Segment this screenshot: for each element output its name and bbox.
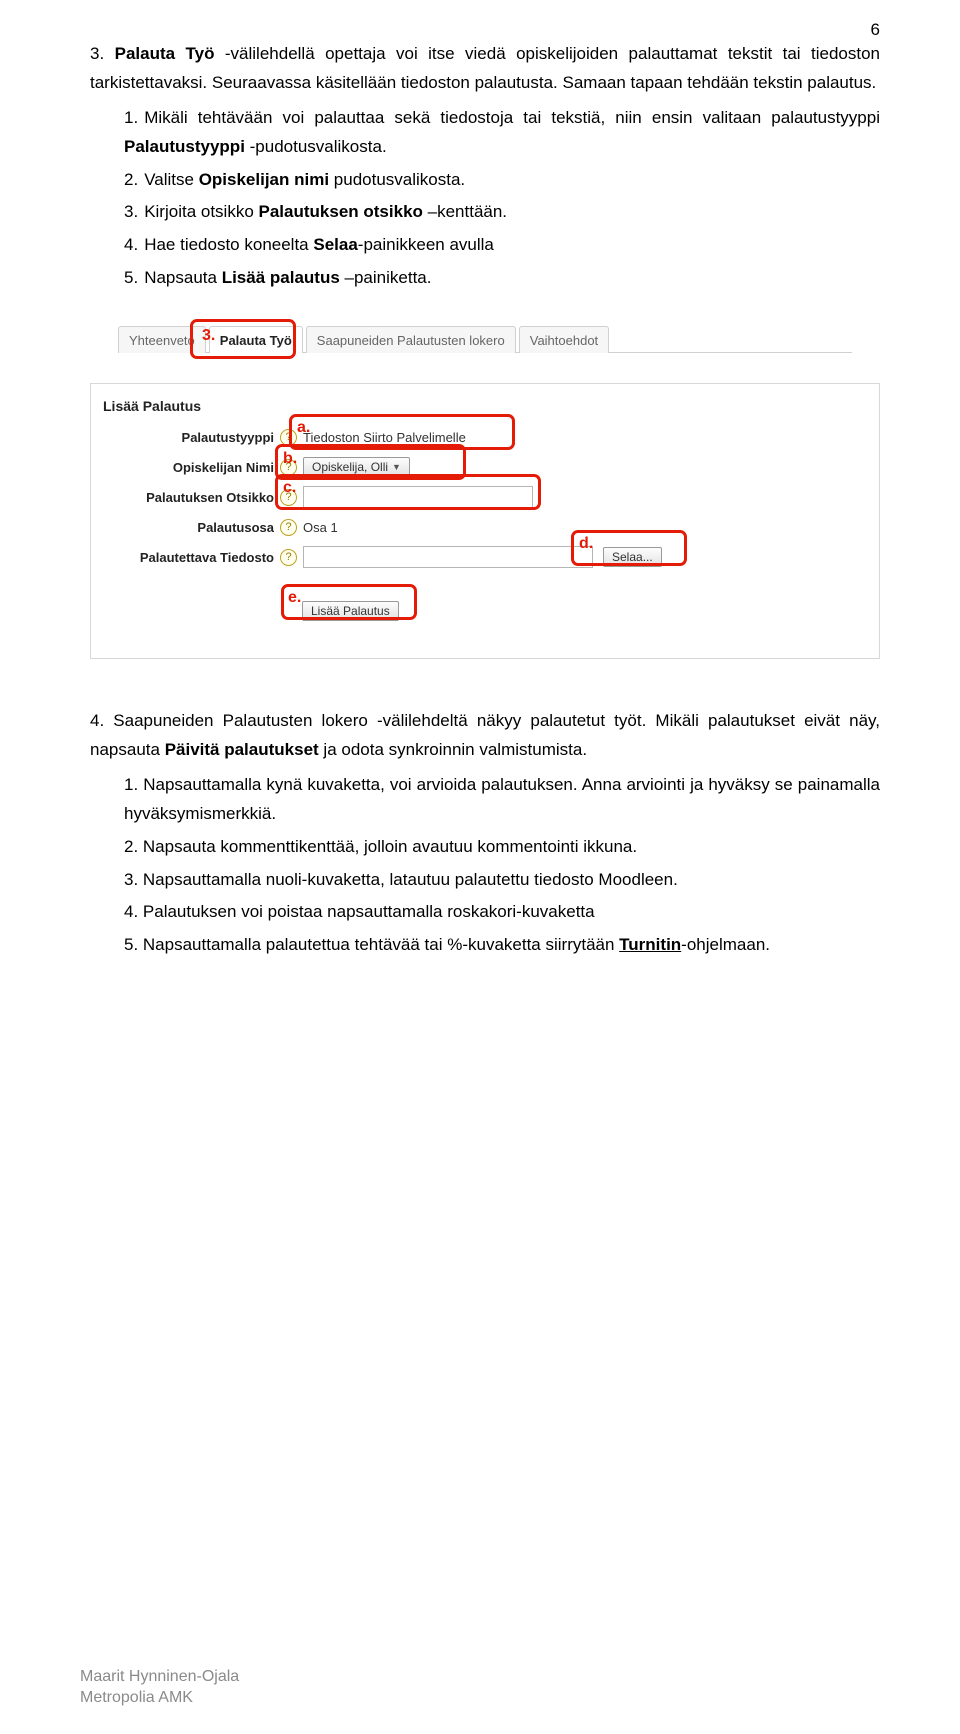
s3-b1: Palauta Työ [115,44,215,63]
tabs: Yhteenveto Palauta Työ Saapuneiden Palau… [118,325,852,353]
section4-intro: 4. Saapuneiden Palautusten lokero -välil… [90,707,880,765]
page-number: 6 [871,20,880,40]
file-input[interactable] [303,546,593,568]
section3-intro: 3. Palauta Työ -välilehdellä opettaja vo… [90,40,880,98]
s4-b: Päivitä palautukset [165,740,319,759]
label-part: Palautusosa [99,520,280,535]
section4-list: 1. Napsauttamalla kynä kuvaketta, voi ar… [90,771,880,960]
p: –kenttään. [423,202,507,221]
b: Lisää palautus [222,268,340,287]
s3-item-5: 5. Napsauta Lisää palautus –painiketta. [124,264,880,293]
highlight-c [275,474,541,510]
label-file: Palautettava Tiedosto [99,550,280,565]
p: pudotusvalikosta. [329,170,465,189]
s3-item-1: 1. Mikäli tehtävään voi palauttaa sekä ti… [124,104,880,162]
n: 3. [124,202,138,221]
b: Palautustyyppi [124,137,245,156]
footer-author: Maarit Hynninen-Ojala [80,1666,239,1688]
s4-item-1: 1. Napsauttamalla kynä kuvaketta, voi ar… [124,771,880,829]
s4-item-3: 3. Napsauttamalla nuoli-kuvaketta, latau… [124,866,880,895]
highlight-e [281,584,417,620]
tab-inbox[interactable]: Saapuneiden Palautusten lokero [306,326,516,353]
row-file: Palautettava Tiedosto ? Selaa... [99,544,879,570]
form-title: Lisää Palautus [103,398,879,414]
form: Lisää Palautus Palautustyyppi ? Tiedosto… [90,383,880,659]
t: Napsauta [144,268,222,287]
t: Mikäli tehtävään voi palauttaa sekä tied… [144,108,880,127]
marker-3: 3. [202,327,215,345]
row-part: Palautusosa ? Osa 1 [99,514,879,540]
label-student: Opiskelijan Nimi [99,460,280,475]
s4-5-post: -ohjelmaan. [681,935,770,954]
b: Palautuksen otsikko [259,202,423,221]
t: Hae tiedosto koneelta [144,235,313,254]
marker-e: e. [288,589,301,607]
p: -painikkeen avulla [358,235,494,254]
p: -pudotusvalikosta. [245,137,387,156]
row-submit: Lisää Palautus [99,598,879,624]
embedded-screenshot: Yhteenveto Palauta Työ Saapuneiden Palau… [90,325,880,659]
help-icon[interactable]: ? [280,519,297,536]
turnitin-link[interactable]: Turnitin [619,935,681,954]
label-type: Palautustyyppi [99,430,280,445]
b: Selaa [313,235,357,254]
n: 1. [124,108,138,127]
footer: Maarit Hynninen-Ojala Metropolia AMK [80,1666,239,1709]
section3-list: 1. Mikäli tehtävään voi palauttaa sekä ti… [90,104,880,293]
s3-item-2: 2. Valitse Opiskelijan nimi pudotusvaliko… [124,166,880,195]
marker-c: c. [283,479,296,497]
s3-num: 3. [90,44,115,63]
s3-item-3: 3. Kirjoita otsikko Palautuksen otsikko –… [124,198,880,227]
footer-org: Metropolia AMK [80,1687,239,1709]
b: Opiskelijan nimi [199,170,329,189]
t: Valitse [144,170,199,189]
n: 5. [124,268,138,287]
n: 2. [124,170,138,189]
help-icon[interactable]: ? [280,549,297,566]
marker-d: d. [579,535,593,553]
t: Kirjoita otsikko [144,202,258,221]
tab-options[interactable]: Vaihtoehdot [519,326,609,353]
value-part: Osa 1 [303,520,338,535]
s4-item-2: 2. Napsauta kommenttikenttää, jolloin av… [124,833,880,862]
p: –painiketta. [340,268,432,287]
s4-post: ja odota synkroinnin valmistumista. [319,740,587,759]
label-title: Palautuksen Otsikko [99,490,280,505]
s4-item-4: 4. Palautuksen voi poistaa napsauttamall… [124,898,880,927]
marker-b: b. [283,450,297,468]
s3-item-4: 4. Hae tiedosto koneelta Selaa-painikkeen… [124,231,880,260]
n: 4. [124,235,138,254]
s4-5-pre: 5. Napsauttamalla palautettua tehtävää t… [124,935,619,954]
marker-a: a. [297,419,310,437]
s4-item-5: 5. Napsauttamalla palautettua tehtävää t… [124,931,880,960]
